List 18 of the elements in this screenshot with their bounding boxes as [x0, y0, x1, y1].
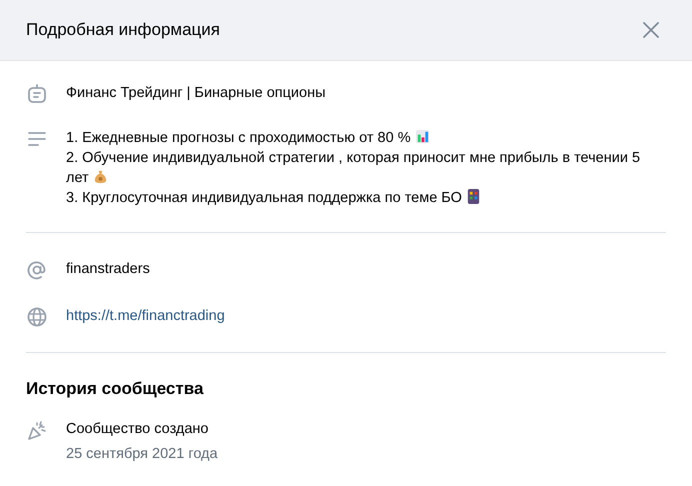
party-popper-icon: [26, 419, 48, 441]
money-bag-icon: [92, 169, 108, 184]
description-line: 3. Круглосуточная индивидуальная поддержка по теме БО: [66, 188, 666, 208]
tablet-icon: [466, 189, 481, 204]
event-text: Сообщество создано: [66, 420, 210, 439]
modal-title: Подробная информация: [26, 20, 220, 40]
community-name: Финанс Трейдинг | Бинарные опционы: [66, 84, 326, 103]
event-date: 25 сентября 2021 года: [66, 445, 218, 464]
at-sign-icon: [26, 259, 48, 281]
description-line: 2. Обучение индивидуальной стратегии , которая приносит мне прибыль в течении 5 лет: [66, 149, 642, 188]
handle-text: finanstraders: [66, 260, 150, 279]
robot-icon: [26, 83, 48, 105]
website-link[interactable]: https://t.me/financtrading: [66, 306, 225, 326]
globe-icon: [26, 306, 48, 328]
section-title: История сообщества: [26, 379, 204, 399]
description-line: 1. Ежедневные прогнозы с проходимостью от 80 %: [66, 128, 666, 148]
close-icon[interactable]: [642, 21, 660, 39]
bar-chart-icon: [414, 129, 430, 144]
